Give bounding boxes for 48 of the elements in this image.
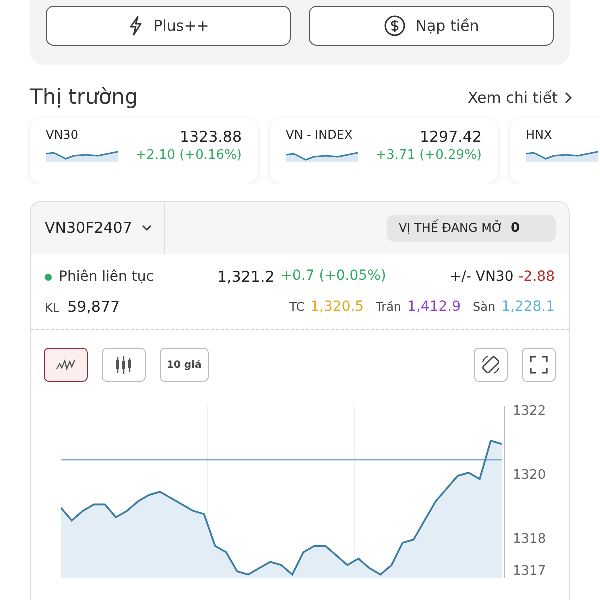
axis-tick-label: 1322 bbox=[513, 404, 546, 420]
action-button[interactable]: Nạp tiền bbox=[309, 6, 554, 46]
chevron-down-icon bbox=[142, 224, 152, 232]
rotate-phone-icon bbox=[480, 354, 502, 376]
volume-value: 59,877 bbox=[68, 298, 120, 316]
price-value: 1,412.9 bbox=[408, 299, 461, 315]
price-value: 1,320.5 bbox=[310, 299, 364, 315]
open-positions-label: VỊ THẾ ĐANG MỞ bbox=[398, 221, 503, 235]
dollar-coin-icon bbox=[384, 15, 406, 37]
index-name: VN30 bbox=[46, 128, 80, 142]
action-button[interactable]: Plus++ bbox=[46, 6, 291, 46]
index-change: +3.71 (+0.29%) bbox=[376, 148, 482, 163]
index-card[interactable]: HNX bbox=[510, 118, 600, 184]
axis-tick-label: 1317 bbox=[513, 564, 546, 579]
basis-label: +/- VN30 bbox=[450, 269, 514, 285]
basis-value: -2.88 bbox=[518, 269, 555, 285]
lightning-icon bbox=[128, 16, 144, 36]
index-value: 1297.42 bbox=[420, 128, 482, 146]
index-change: +2.10 (+0.16%) bbox=[136, 148, 242, 163]
index-value: 1323.88 bbox=[180, 128, 242, 146]
chevron-right-icon bbox=[564, 92, 572, 104]
candlestick-icon bbox=[115, 356, 133, 374]
index-name: HNX bbox=[526, 128, 554, 142]
fullscreen-button[interactable] bbox=[522, 348, 556, 382]
index-card[interactable]: VN - INDEX 1297.42 +3.71 (+0.29%) bbox=[270, 118, 498, 184]
price-value: 1,228.1 bbox=[502, 299, 555, 315]
see-details-link[interactable]: Xem chi tiết bbox=[468, 89, 572, 109]
price-label: TC bbox=[290, 300, 305, 314]
open-positions-count: 0 bbox=[510, 220, 520, 236]
line-chart-button[interactable] bbox=[44, 348, 88, 382]
depth-button[interactable]: 10 giá bbox=[160, 348, 209, 382]
symbol-dropdown[interactable]: VN30F2407 bbox=[31, 202, 166, 254]
session-label: Phiên liên tục bbox=[59, 269, 154, 285]
axis-tick-label: 1320 bbox=[513, 468, 546, 484]
rotate-screen-button[interactable] bbox=[474, 348, 508, 382]
index-name: VN - INDEX bbox=[286, 128, 354, 142]
volume-label: KL bbox=[45, 301, 60, 315]
fullscreen-icon bbox=[530, 356, 548, 374]
price-change: +0.7 (+0.05%) bbox=[280, 268, 386, 286]
index-card[interactable]: VN30 1323.88 +2.10 (+0.16%) bbox=[30, 118, 258, 184]
axis-tick-label: 1318 bbox=[513, 532, 546, 547]
section-title: Thị trường bbox=[30, 85, 138, 109]
price-label: Sàn bbox=[472, 300, 496, 314]
open-positions-pill[interactable]: VỊ THẾ ĐANG MỞ 0 bbox=[386, 214, 556, 242]
last-price: 1,321.2 bbox=[218, 268, 275, 286]
line-chart-icon bbox=[56, 358, 76, 372]
candlestick-button[interactable] bbox=[102, 348, 146, 382]
price-label: Trần bbox=[376, 300, 402, 314]
